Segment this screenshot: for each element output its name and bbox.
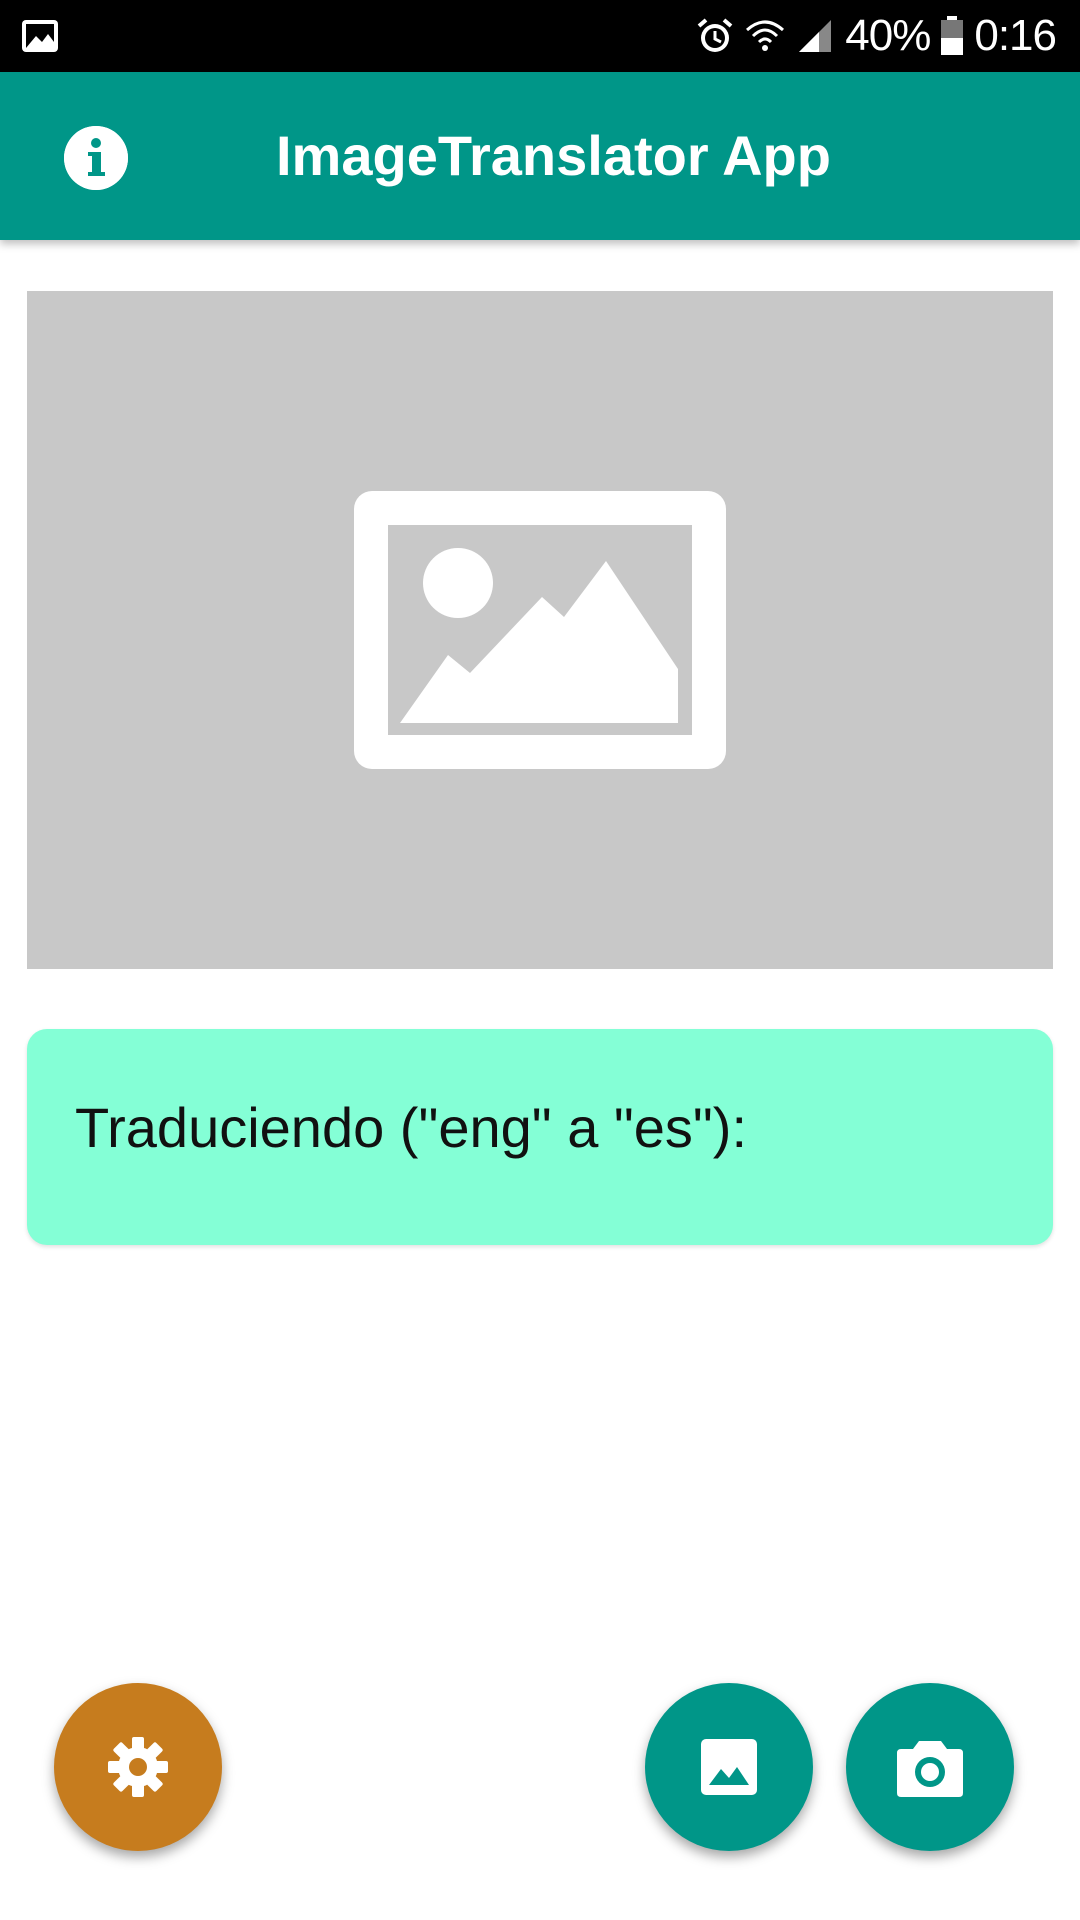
gear-icon <box>108 1737 168 1797</box>
settings-button[interactable] <box>54 1683 222 1851</box>
battery-percent: 40% <box>845 11 931 60</box>
gallery-button[interactable] <box>645 1683 813 1851</box>
clock: 0:16 <box>974 11 1057 60</box>
app-bar: ImageTranslator App <box>0 72 1080 240</box>
translation-card: Traduciendo ("eng" a "es"): <box>27 1029 1053 1245</box>
battery-icon <box>941 16 964 55</box>
screen: 40% 0:16 ImageTranslator App Traduciendo… <box>0 0 1080 1920</box>
info-icon <box>64 126 128 190</box>
translation-text: Traduciendo ("eng" a "es"): <box>75 1096 747 1159</box>
camera-icon <box>897 1741 963 1797</box>
camera-button[interactable] <box>846 1683 1014 1851</box>
alarm-icon <box>697 18 733 52</box>
image-notification-icon <box>22 20 58 52</box>
wifi-icon <box>746 20 785 51</box>
image-view[interactable] <box>27 291 1053 969</box>
image-placeholder-icon <box>354 491 726 769</box>
status-bar: 40% 0:16 <box>0 0 1080 72</box>
app-title: ImageTranslator App <box>276 124 831 187</box>
status-icons: 40% 0:16 <box>695 0 1057 72</box>
signal-icon <box>799 20 832 52</box>
info-button[interactable] <box>64 126 128 190</box>
gallery-icon <box>701 1739 757 1795</box>
